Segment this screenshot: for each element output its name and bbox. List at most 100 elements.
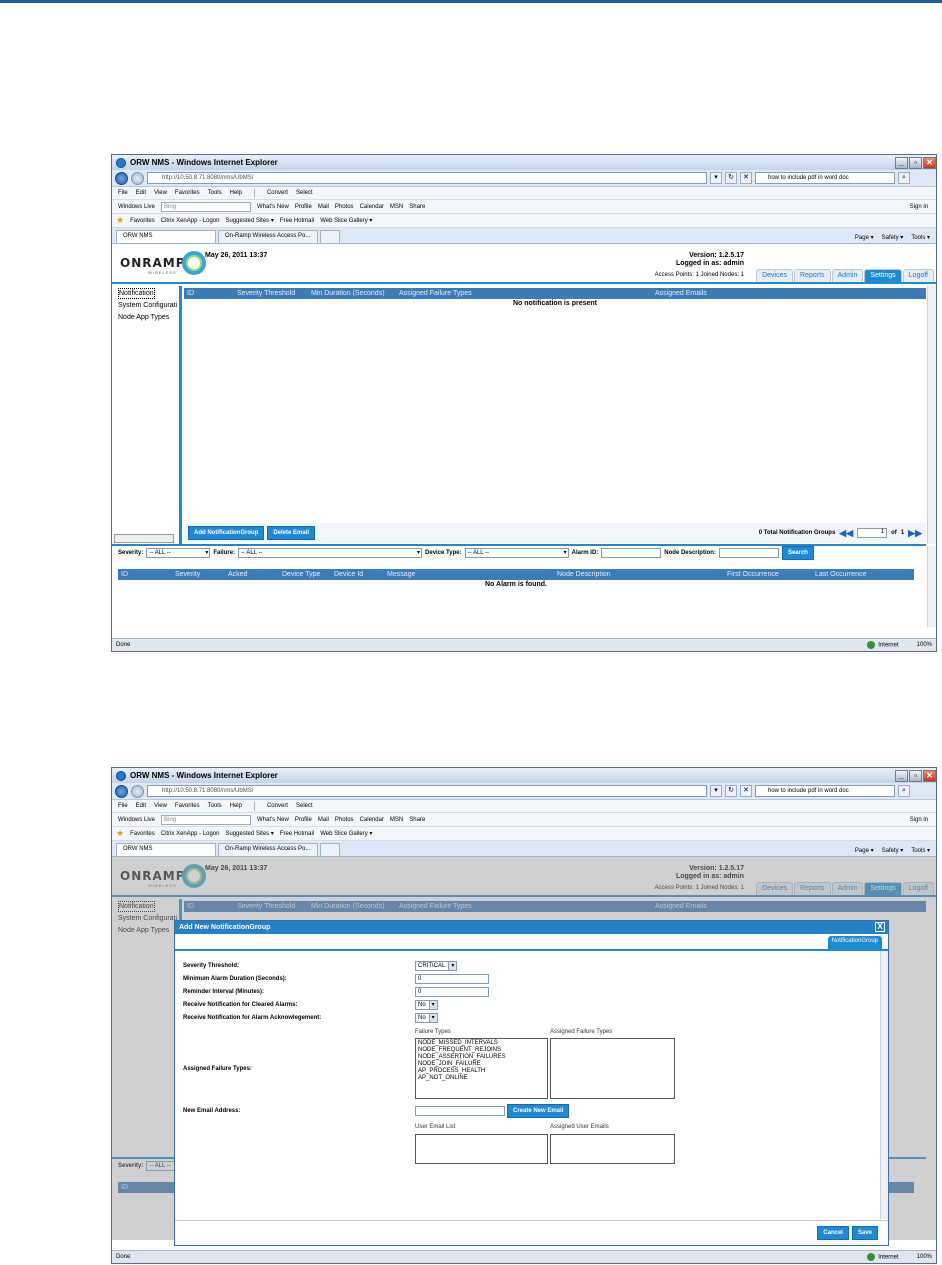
sign-in-link[interactable]: Sign in xyxy=(910,817,936,823)
alarm-col-message[interactable]: Message xyxy=(387,571,557,578)
new-tab[interactable] xyxy=(320,230,340,243)
node-description-input[interactable] xyxy=(718,548,779,558)
col-id[interactable]: ID xyxy=(184,290,237,297)
favorite-citrix[interactable]: Citrix XenApp - Logon xyxy=(161,218,220,224)
alarm-col-acked[interactable]: Acked xyxy=(228,571,282,578)
forward-icon[interactable] xyxy=(131,784,144,798)
dialog-close-icon[interactable]: X xyxy=(875,922,885,932)
convert-button[interactable]: Convert xyxy=(267,190,288,196)
alarm-col-device-id[interactable]: Device Id xyxy=(334,571,387,578)
menu-edit[interactable]: Edit xyxy=(136,190,146,196)
nav-reports[interactable]: Reports xyxy=(794,269,831,282)
sidebar-item-node-app-types[interactable]: Node App Types xyxy=(118,312,173,324)
sign-in-link[interactable]: Sign in xyxy=(910,204,936,210)
menu-favorites[interactable]: Favorites xyxy=(175,190,200,196)
alarm-col-device-type[interactable]: Device Type xyxy=(282,571,334,578)
live-link-mail[interactable]: Mail xyxy=(318,204,329,210)
dropdown-icon[interactable]: ▾ xyxy=(710,785,722,797)
windows-live-label[interactable]: Windows Live xyxy=(118,204,155,210)
list-item[interactable]: NODE_JOIN_FAILURE xyxy=(418,1061,545,1068)
dialog-scrollbar[interactable] xyxy=(880,951,888,1219)
alarm-col-id[interactable]: ID xyxy=(118,571,175,578)
severity-filter-select[interactable]: -- ALL -- xyxy=(146,548,211,558)
windows-live-label[interactable]: Windows Live xyxy=(118,817,155,823)
nav-admin[interactable]: Admin xyxy=(831,269,864,282)
live-link-calendar[interactable]: Calendar xyxy=(360,817,384,823)
live-link-whats-new[interactable]: What's New xyxy=(257,817,289,823)
restore-button[interactable]: ▫ xyxy=(909,156,922,169)
tab-onramp-access[interactable]: On-Ramp Wireless Access Po... xyxy=(218,230,318,243)
command-tools[interactable]: Tools ▾ xyxy=(911,847,930,854)
search-icon[interactable]: ⌕ xyxy=(898,785,910,797)
select-button[interactable]: Select xyxy=(296,803,313,809)
live-link-msn[interactable]: MSN xyxy=(390,204,403,210)
bing-search-input[interactable]: Bing xyxy=(161,814,252,825)
list-item[interactable]: NODE_MISSED_INTERVALS xyxy=(418,1040,545,1047)
command-safety[interactable]: Safety ▾ xyxy=(882,234,904,241)
add-notification-group-button[interactable]: Add NotificationGroup xyxy=(188,526,265,540)
close-window-button[interactable]: ✕ xyxy=(923,156,936,169)
list-item[interactable]: NODE_ASSERTION_FAILURES xyxy=(418,1054,545,1061)
favorites-label[interactable]: Favorites xyxy=(130,218,155,224)
save-button[interactable]: Save xyxy=(851,1226,878,1240)
new-email-input[interactable] xyxy=(415,1106,505,1116)
live-link-profile[interactable]: Profile xyxy=(295,817,312,823)
forward-icon[interactable] xyxy=(131,171,144,185)
favorite-suggested-sites[interactable]: Suggested Sites ▾ xyxy=(225,217,273,224)
live-link-mail[interactable]: Mail xyxy=(318,817,329,823)
search-input[interactable]: how to include pdf in word doc xyxy=(755,785,895,797)
tab-orw-nms[interactable]: ORW NMS xyxy=(116,843,216,856)
menu-edit[interactable]: Edit xyxy=(136,803,146,809)
minimize-button[interactable]: _ xyxy=(895,769,908,782)
live-link-share[interactable]: Share xyxy=(409,817,425,823)
menu-file[interactable]: File xyxy=(118,190,128,196)
delete-email-button[interactable]: Delete Email xyxy=(267,526,316,540)
favorites-label[interactable]: Favorites xyxy=(130,831,155,837)
assigned-user-emails-list[interactable] xyxy=(550,1134,675,1164)
live-link-share[interactable]: Share xyxy=(409,204,425,210)
new-tab[interactable] xyxy=(320,843,340,856)
alarm-col-first-occurrence[interactable]: First Occurrence xyxy=(727,571,815,578)
back-icon[interactable] xyxy=(115,784,128,798)
tab-onramp-access[interactable]: On-Ramp Wireless Access Po... xyxy=(218,843,318,856)
close-window-button[interactable]: ✕ xyxy=(923,769,936,782)
page-input[interactable]: 1 xyxy=(857,528,888,538)
cleared-alarms-select[interactable]: No ▾ xyxy=(415,1000,438,1010)
reminder-interval-input[interactable]: 0 xyxy=(415,987,489,997)
url-input[interactable]: http://10.50.8.71:8080/nms/UbMS/ xyxy=(147,172,707,184)
live-link-photos[interactable]: Photos xyxy=(335,204,354,210)
live-link-photos[interactable]: Photos xyxy=(335,817,354,823)
device-type-filter-select[interactable]: -- ALL -- xyxy=(464,548,569,558)
menu-view[interactable]: View xyxy=(154,190,167,196)
severity-threshold-select[interactable]: CRITICAL ▾ xyxy=(415,961,458,971)
live-link-calendar[interactable]: Calendar xyxy=(360,204,384,210)
menu-tools[interactable]: Tools xyxy=(208,803,222,809)
alarm-ack-select[interactable]: No ▾ xyxy=(415,1013,438,1023)
select-button[interactable]: Select xyxy=(296,190,313,196)
alarm-id-input[interactable] xyxy=(601,548,662,558)
search-input[interactable]: how to include pdf in word doc xyxy=(755,172,895,184)
live-link-msn[interactable]: MSN xyxy=(390,817,403,823)
menu-favorites[interactable]: Favorites xyxy=(175,803,200,809)
alarm-col-node-description[interactable]: Node Description xyxy=(557,571,727,578)
menu-file[interactable]: File xyxy=(118,803,128,809)
list-item[interactable]: NODE_FREQUENT_REJOINS xyxy=(418,1047,545,1054)
failure-filter-select[interactable]: -- ALL -- xyxy=(238,548,423,558)
command-page[interactable]: Page ▾ xyxy=(855,234,874,241)
search-button[interactable]: Search xyxy=(781,546,814,560)
favorite-suggested-sites[interactable]: Suggested Sites ▾ xyxy=(225,830,273,837)
zoom-level[interactable]: 100% xyxy=(917,642,932,648)
command-tools[interactable]: Tools ▾ xyxy=(911,234,930,241)
favorite-hotmail[interactable]: Free Hotmail xyxy=(280,218,314,224)
restore-button[interactable]: ▫ xyxy=(909,769,922,782)
col-assigned-failure-types[interactable]: Assigned Failure Types xyxy=(399,290,655,297)
menu-tools[interactable]: Tools xyxy=(208,190,222,196)
menu-view[interactable]: View xyxy=(154,803,167,809)
menu-help[interactable]: Help xyxy=(230,190,242,196)
assigned-failure-types-list[interactable] xyxy=(550,1038,675,1099)
nav-devices[interactable]: Devices xyxy=(756,269,793,282)
refresh-icon[interactable]: ↻ xyxy=(725,785,737,797)
failure-types-list[interactable]: NODE_MISSED_INTERVALS NODE_FREQUENT_REJO… xyxy=(415,1038,548,1099)
command-page[interactable]: Page ▾ xyxy=(855,847,874,854)
first-page-icon[interactable]: ◀◀ xyxy=(839,528,853,539)
